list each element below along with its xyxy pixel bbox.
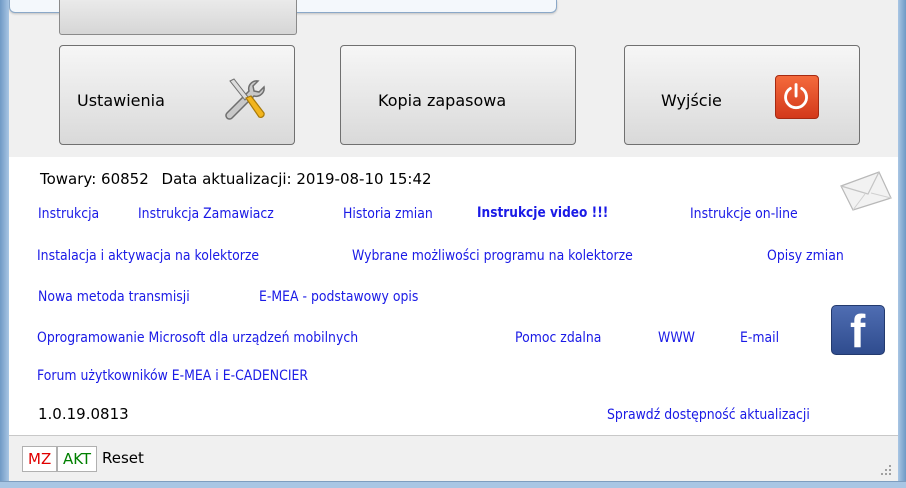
window-frame-bottom bbox=[0, 481, 906, 488]
status-akt[interactable]: AKT bbox=[57, 446, 98, 472]
exit-button-label: Wyjście bbox=[661, 91, 722, 110]
backup-button[interactable]: Kopia zapasowa bbox=[340, 45, 576, 145]
link-instrukcje-online[interactable]: Instrukcje on-line bbox=[690, 206, 798, 222]
facebook-letter-icon: f bbox=[850, 305, 866, 357]
products-count: Towary: 60852 bbox=[40, 170, 149, 188]
backup-button-label: Kopia zapasowa bbox=[378, 91, 507, 110]
settings-button-label: Ustawienia bbox=[77, 91, 165, 110]
link-email[interactable]: E-mail bbox=[740, 330, 779, 346]
status-bar: MZ AKT Reset bbox=[9, 435, 898, 481]
status-mz[interactable]: MZ bbox=[22, 446, 58, 472]
link-instrukcje-video[interactable]: Instrukcje video !!! bbox=[477, 205, 608, 221]
update-date: Data aktualizacji: 2019-08-10 15:42 bbox=[161, 170, 432, 188]
link-instrukcja-zamawiacz[interactable]: Instrukcja Zamawiacz bbox=[138, 206, 274, 222]
power-icon bbox=[775, 75, 819, 119]
mail-icon[interactable] bbox=[835, 168, 895, 212]
link-forum[interactable]: Forum użytkowników E-MEA i E-CADENCIER bbox=[37, 368, 308, 384]
link-emea-opis[interactable]: E-MEA - podstawowy opis bbox=[259, 289, 418, 305]
settings-button[interactable]: Ustawienia bbox=[59, 45, 295, 145]
link-wybrane-mozliwosci[interactable]: Wybrane możliwości programu na kolektorz… bbox=[352, 248, 633, 264]
partially-visible-button[interactable] bbox=[59, 0, 297, 35]
window-frame-left bbox=[0, 0, 9, 488]
link-instrukcja[interactable]: Instrukcja bbox=[38, 206, 99, 222]
version-label: 1.0.19.0813 bbox=[38, 405, 129, 423]
window-frame-right bbox=[898, 0, 906, 488]
link-check-updates[interactable]: Sprawdź dostępność aktualizacji bbox=[607, 407, 810, 423]
link-nowa-metoda[interactable]: Nowa metoda transmisji bbox=[38, 289, 190, 305]
facebook-icon[interactable]: f bbox=[831, 305, 885, 357]
link-opisy-zmian[interactable]: Opisy zmian bbox=[767, 248, 844, 264]
main-window: Ustawienia Kopia zapasowa Wyjście Towary… bbox=[9, 0, 898, 481]
link-pomoc-zdalna[interactable]: Pomoc zdalna bbox=[515, 330, 601, 346]
link-historia-zmian[interactable]: Historia zmian bbox=[343, 206, 433, 222]
button-panel: Ustawienia Kopia zapasowa Wyjście bbox=[9, 0, 898, 157]
exit-button[interactable]: Wyjście bbox=[624, 45, 860, 145]
status-reset[interactable]: Reset bbox=[97, 446, 149, 472]
link-instalacja[interactable]: Instalacja i aktywacja na kolektorze bbox=[37, 248, 259, 264]
resize-grip-icon[interactable] bbox=[878, 462, 892, 476]
link-www[interactable]: WWW bbox=[658, 330, 695, 346]
tools-icon bbox=[225, 78, 265, 120]
link-oprogramowanie-microsoft[interactable]: Oprogramowanie Microsoft dla urządzeń mo… bbox=[37, 330, 358, 346]
info-line: Towary: 60852 Data aktualizacji: 2019-08… bbox=[40, 170, 440, 188]
